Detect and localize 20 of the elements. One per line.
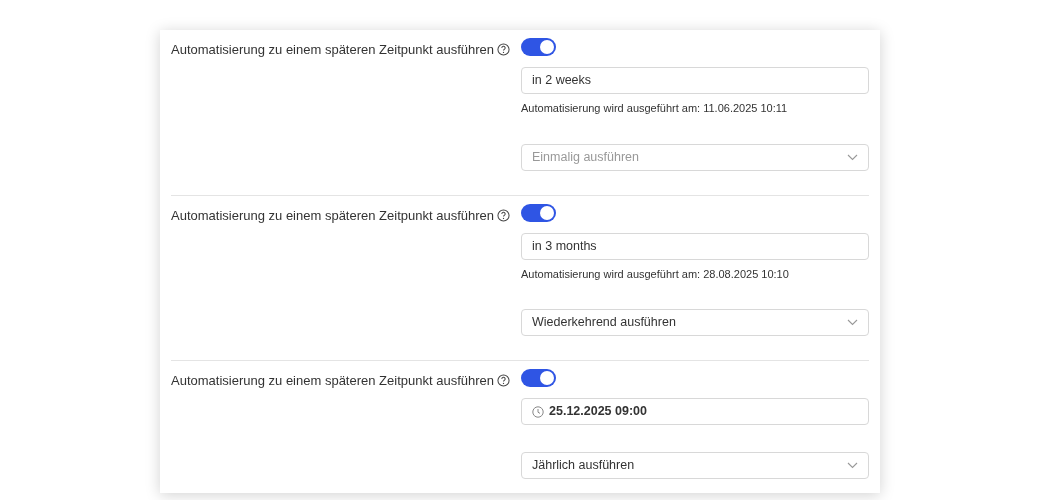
date-time-field[interactable]: 25.12.2025 09:00 <box>521 398 869 425</box>
field-label: Automatisierung zu einem späteren Zeitpunkt ausführen <box>171 372 495 390</box>
help-icon[interactable] <box>497 374 511 388</box>
info-text: Automatisierung wird ausgeführt am: 11.06.2025 10:11 <box>521 101 789 116</box>
chevron-down-icon <box>847 153 858 161</box>
input-field[interactable]: in 2 weeks <box>521 67 869 94</box>
help-icon[interactable] <box>497 208 511 222</box>
toggle-switch[interactable] <box>521 38 556 56</box>
toggle-switch[interactable] <box>521 369 556 387</box>
field-label: Automatisierung zu einem späteren Zeitpunkt ausführen <box>171 41 495 59</box>
select-dropdown[interactable]: Jährlich ausführen <box>521 452 869 479</box>
chevron-down-icon <box>847 319 858 326</box>
chevron-down-icon <box>847 462 858 469</box>
help-icon[interactable] <box>497 43 511 57</box>
clock-icon <box>532 405 544 418</box>
select-dropdown[interactable]: Wiederkehrend ausführen <box>521 309 869 336</box>
field-label: Automatisierung zu einem späteren Zeitpunkt ausführen <box>171 206 495 225</box>
toggle-switch[interactable] <box>521 203 556 222</box>
input-field[interactable]: in 3 months <box>521 232 869 260</box>
info-text: Automatisierung wird ausgeführt am: 28.08.2025 10:10 <box>521 266 790 282</box>
